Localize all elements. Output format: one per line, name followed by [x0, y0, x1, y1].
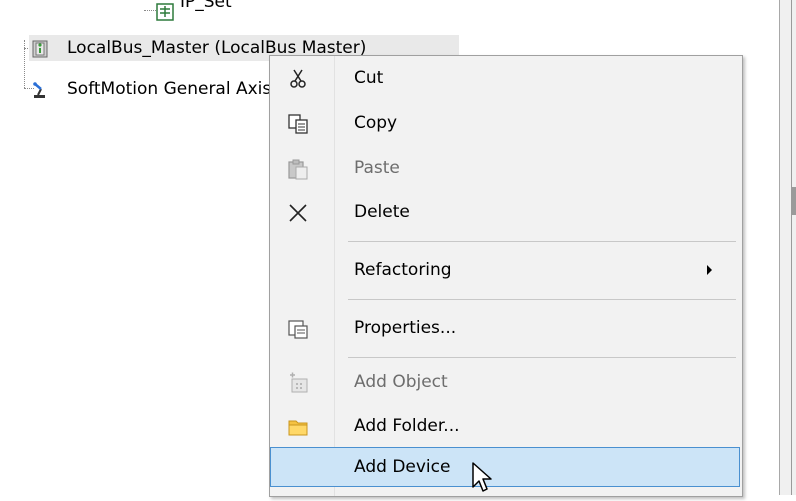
delete-x-icon [287, 202, 309, 224]
menu-item-add-folder[interactable]: Add Folder... [270, 406, 740, 446]
folder-icon [287, 416, 309, 438]
context-menu: Cut Copy Paste Delete Refactoring Proper… [269, 55, 743, 497]
menu-item-copy[interactable]: Copy [270, 103, 740, 143]
tree-item-label: IP_Set [180, 0, 232, 12]
menu-item-label: Properties... [354, 318, 457, 338]
menu-item-add-object[interactable]: Add Object [270, 362, 740, 402]
menu-separator [348, 357, 736, 358]
copy-icon [287, 113, 309, 135]
menu-separator [348, 299, 736, 300]
splitter-grip[interactable] [792, 187, 796, 215]
menu-item-refactoring[interactable]: Refactoring [270, 250, 740, 290]
mouse-pointer-icon [471, 462, 497, 498]
menu-item-cut[interactable]: Cut [270, 58, 740, 98]
menu-separator [348, 241, 736, 242]
menu-item-paste[interactable]: Paste [270, 148, 740, 188]
right-pane-edge [780, 0, 796, 495]
tree-item-softmotion-axis-pool[interactable]: SoftMotion General Axis Pool [29, 76, 312, 102]
menu-item-label: Paste [354, 158, 400, 178]
scissors-icon [287, 68, 309, 90]
menu-item-label: Copy [354, 113, 398, 133]
tree-connector-line [144, 10, 156, 11]
menu-item-label: Add Folder... [354, 416, 460, 436]
menu-item-add-device[interactable]: Add Device [270, 447, 740, 487]
menu-item-label: Add Object [354, 372, 448, 392]
axis-arm-icon [31, 81, 49, 99]
menu-item-label: Cut [354, 68, 384, 88]
paste-icon [287, 158, 309, 180]
menu-item-label: Add Device [354, 457, 451, 477]
tree-item-ip-set[interactable]: IP_Set [156, 0, 356, 28]
module-icon [31, 39, 49, 58]
pane-border [791, 0, 792, 495]
menu-item-label: Delete [354, 202, 410, 222]
tag-list-icon [156, 3, 174, 21]
menu-item-properties[interactable]: Properties... [270, 308, 740, 348]
submenu-arrow-icon [707, 265, 712, 275]
menu-item-delete[interactable]: Delete [270, 192, 740, 232]
properties-icon [287, 318, 309, 340]
add-object-icon [287, 372, 309, 394]
menu-item-label: Refactoring [354, 260, 452, 280]
